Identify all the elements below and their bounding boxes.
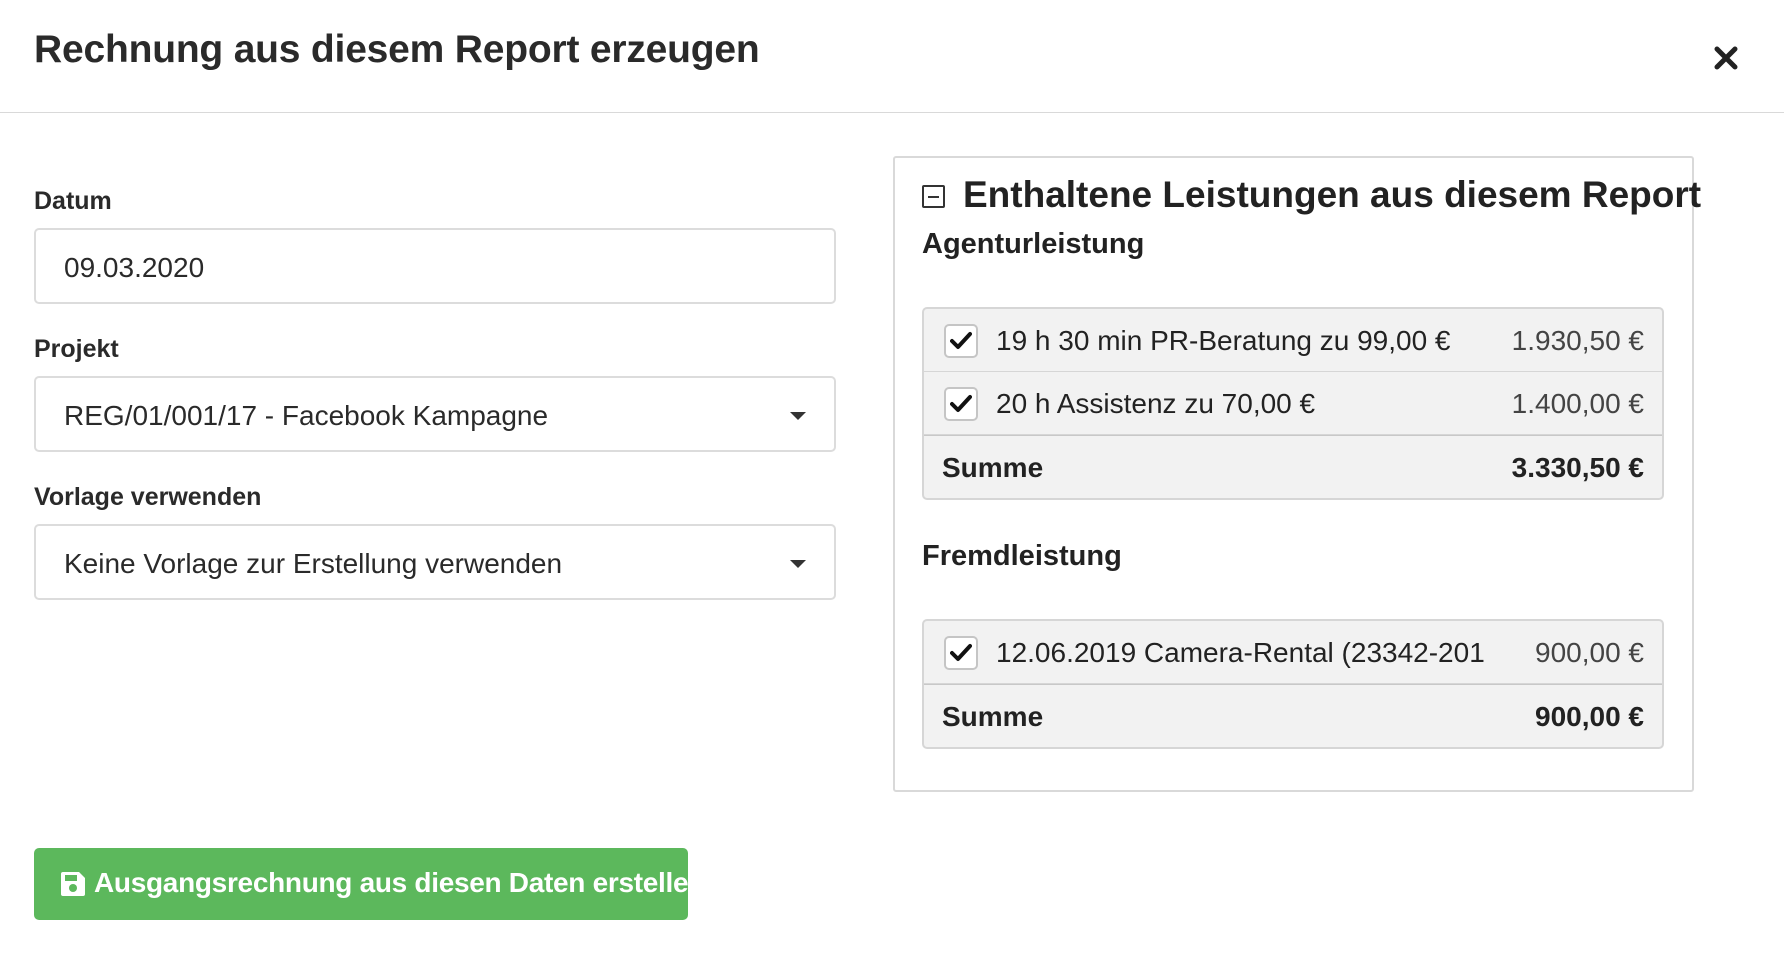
services-panel: Enthaltene Leistungen aus diesem Report … [893, 156, 1701, 792]
close-button[interactable] [1706, 38, 1746, 78]
date-field[interactable]: 09.03.2020 [34, 228, 836, 304]
table-row: 12.06.2019 Camera-Rental (23342-201 900,… [924, 621, 1662, 684]
sum-label: Summe [942, 452, 1044, 483]
date-value: 09.03.2020 [64, 252, 205, 283]
item-checkbox[interactable] [944, 636, 978, 670]
date-label: Datum [34, 187, 112, 215]
external-section-title: Fremdleistung [922, 540, 1122, 572]
collapse-icon[interactable] [922, 185, 945, 208]
check-icon [950, 644, 972, 661]
item-label: 20 h Assistenz zu 70,00 € [996, 388, 1316, 419]
item-amount: 900,00 € [1535, 637, 1644, 668]
modal-header: Rechnung aus diesem Report erzeugen [0, 0, 1784, 113]
table-row: 19 h 30 min PR-Beratung zu 99,00 € 1.930… [924, 309, 1662, 372]
panel-title: Enthaltene Leistungen aus diesem Report [963, 174, 1702, 215]
create-invoice-label: Ausgangsrechnung aus diesen Daten erstel… [94, 867, 706, 898]
check-icon [950, 332, 972, 349]
template-label: Vorlage verwenden [34, 483, 262, 511]
project-value: REG/01/001/17 - Facebook Kampagne [64, 400, 549, 431]
create-invoice-button[interactable]: Ausgangsrechnung aus diesen Daten erstel… [34, 848, 705, 920]
sum-label: Summe [942, 701, 1044, 732]
chevron-down-icon [790, 412, 806, 420]
item-checkbox[interactable] [944, 324, 978, 358]
save-icon [61, 872, 85, 896]
check-icon [950, 395, 972, 412]
sum-row: Summe 3.330,50 € [924, 435, 1662, 498]
item-checkbox[interactable] [944, 387, 978, 421]
template-select[interactable]: Keine Vorlage zur Erstellung verwenden [34, 524, 836, 600]
sum-amount: 900,00 € [1535, 701, 1644, 732]
modal-title: Rechnung aus diesem Report erzeugen [34, 28, 760, 71]
chevron-down-icon [790, 560, 806, 568]
close-icon [1714, 46, 1738, 70]
agency-section-title: Agenturleistung [922, 228, 1145, 260]
template-value: Keine Vorlage zur Erstellung verwenden [64, 548, 563, 579]
project-label: Projekt [34, 335, 119, 363]
item-amount: 1.400,00 € [1511, 388, 1644, 419]
item-label: 19 h 30 min PR-Beratung zu 99,00 € [996, 325, 1451, 356]
item-amount: 1.930,50 € [1511, 325, 1644, 356]
agency-table: 19 h 30 min PR-Beratung zu 99,00 € 1.930… [922, 307, 1664, 500]
sum-row: Summe 900,00 € [924, 684, 1662, 747]
external-table: 12.06.2019 Camera-Rental (23342-201 900,… [922, 619, 1664, 749]
sum-amount: 3.330,50 € [1511, 452, 1644, 483]
table-row: 20 h Assistenz zu 70,00 € 1.400,00 € [924, 372, 1662, 435]
item-label: 12.06.2019 Camera-Rental (23342-201 [996, 637, 1485, 668]
project-select[interactable]: REG/01/001/17 - Facebook Kampagne [34, 376, 836, 452]
